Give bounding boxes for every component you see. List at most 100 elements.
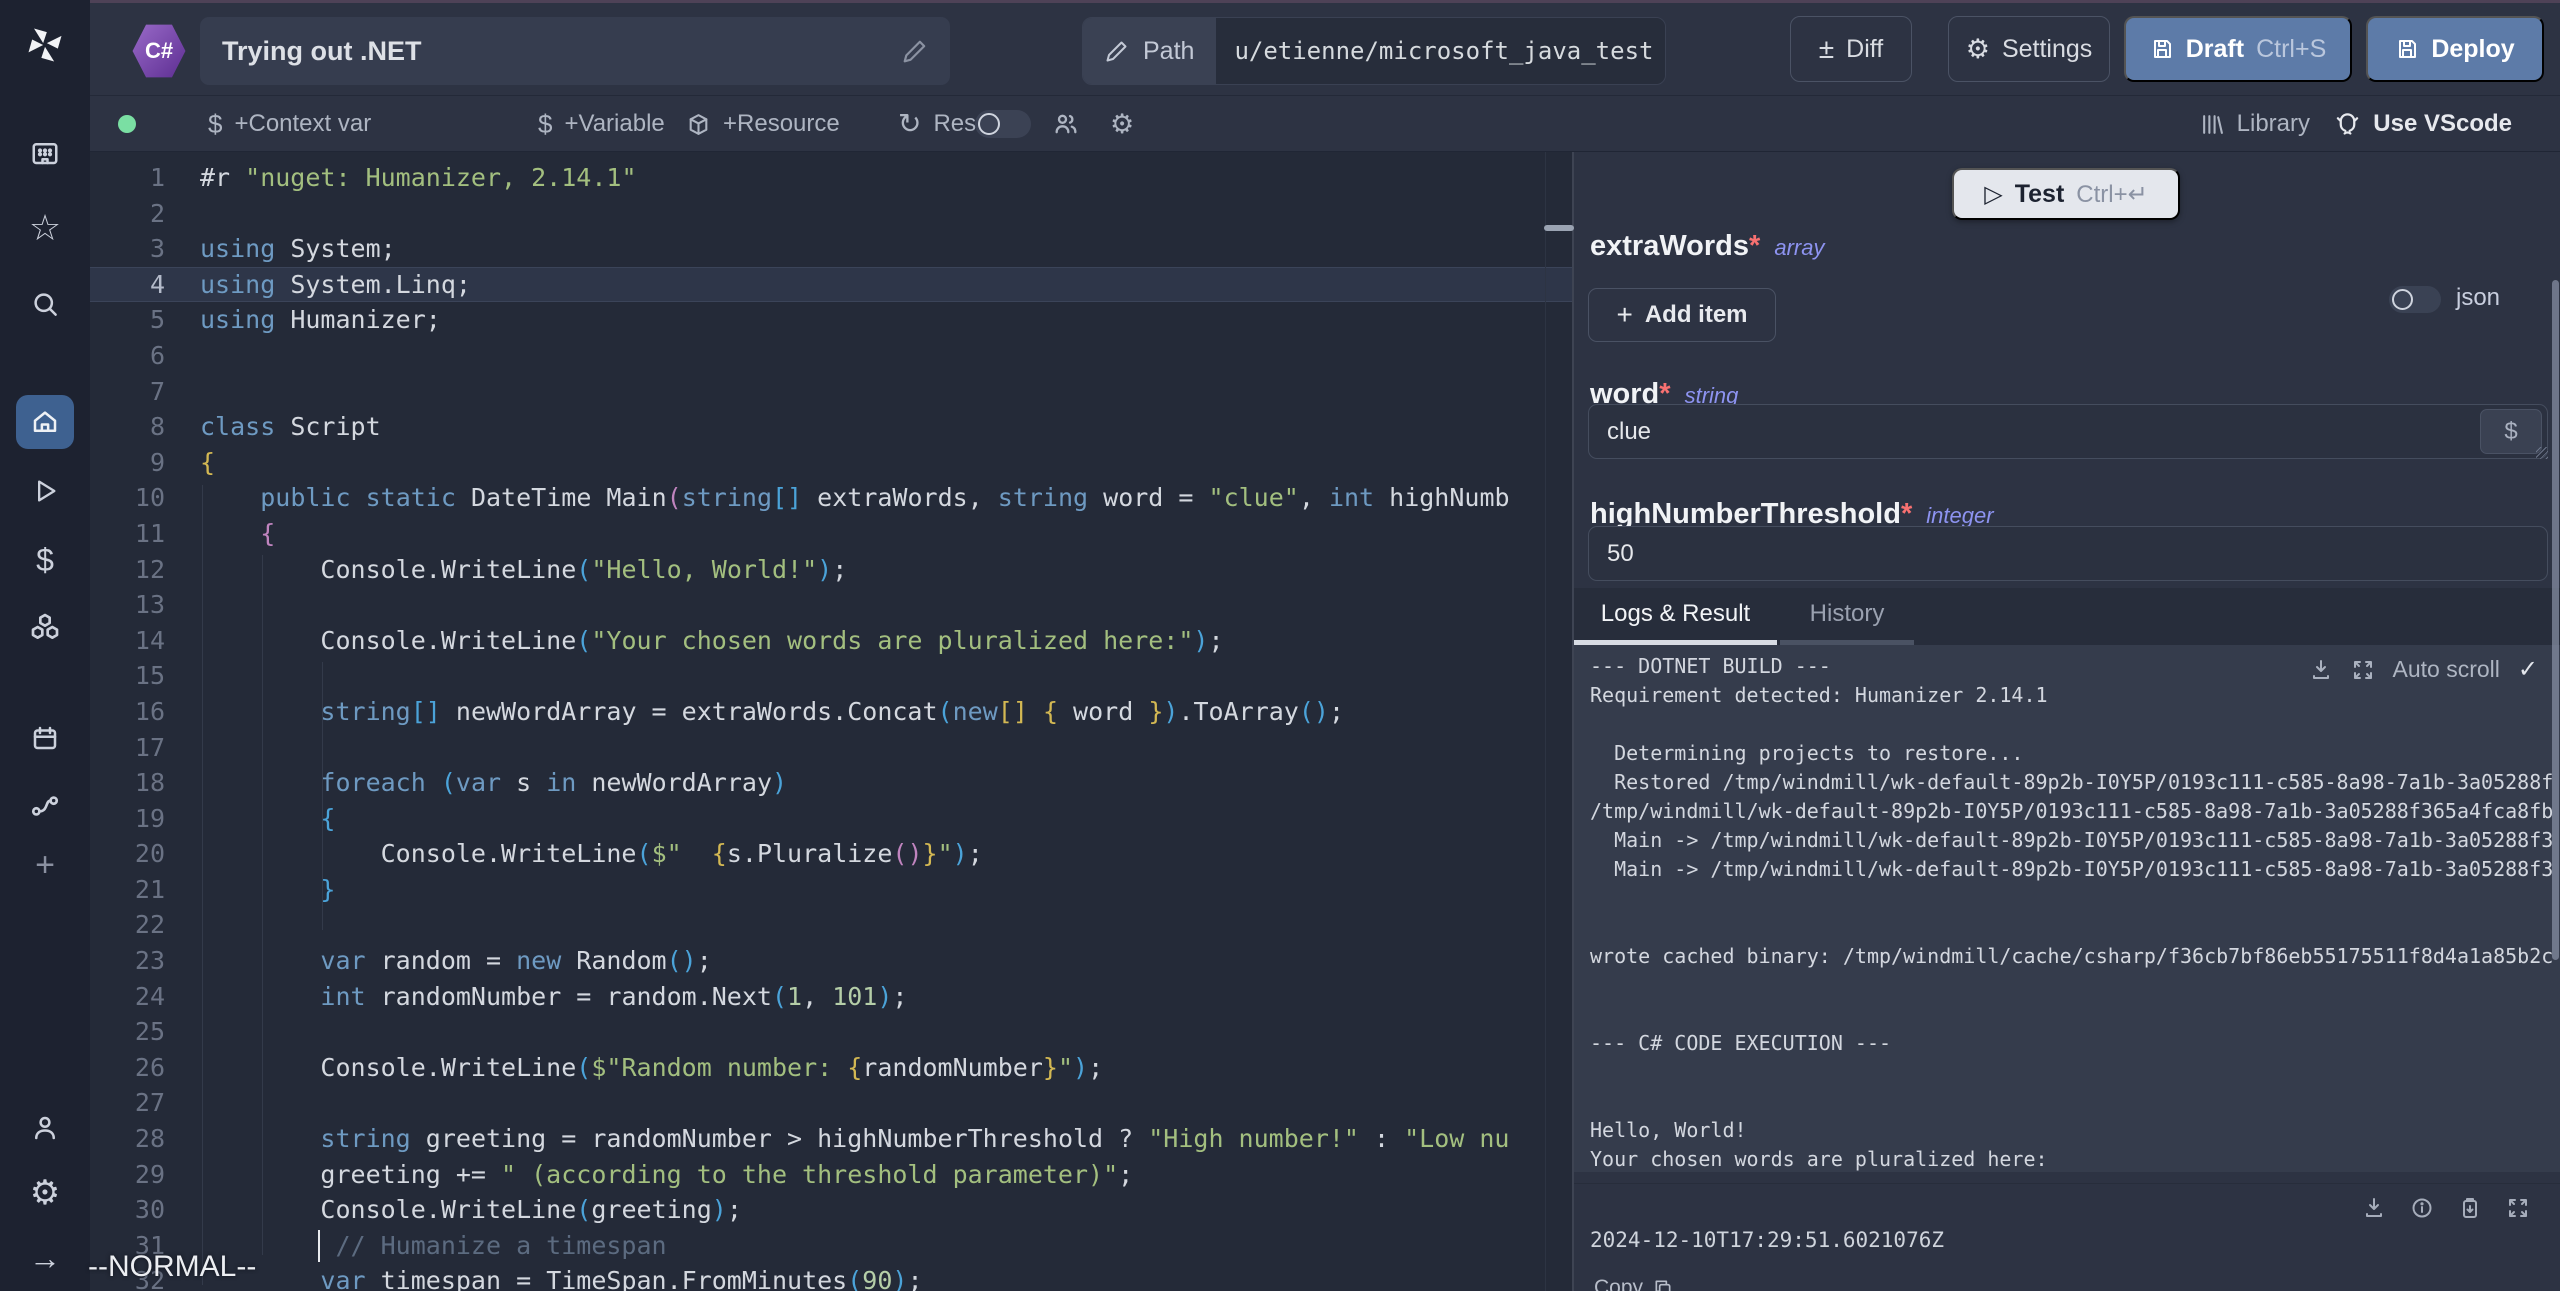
- worker-status-dot: [118, 115, 136, 133]
- code-line[interactable]: 31 // Humanize a timespan: [90, 1228, 1572, 1264]
- add-resource-button[interactable]: +Resource: [686, 96, 840, 152]
- windmill-logo[interactable]: [23, 23, 67, 67]
- script-title-input[interactable]: Trying out .NET: [200, 17, 950, 85]
- code-line[interactable]: 22: [90, 907, 1572, 943]
- csharp-language-badge: C#: [132, 23, 186, 79]
- play-icon: ▷: [1984, 180, 2002, 209]
- code-line[interactable]: 2: [90, 196, 1572, 232]
- resources-cubes-icon[interactable]: [29, 611, 61, 643]
- edit-pencil-icon[interactable]: [902, 38, 928, 64]
- auto-scroll-checkbox[interactable]: ✓: [2518, 655, 2538, 684]
- deploy-button[interactable]: Deploy: [2366, 16, 2544, 82]
- add-context-var-button[interactable]: $ +Context var: [208, 96, 371, 152]
- info-icon[interactable]: [2410, 1196, 2434, 1220]
- code-line[interactable]: 19 {: [90, 801, 1572, 837]
- tab-history[interactable]: History: [1780, 588, 1914, 640]
- draft-button[interactable]: Draft Ctrl+S: [2124, 16, 2352, 82]
- threshold-input[interactable]: [1588, 526, 2548, 581]
- collapse-arrow-icon[interactable]: →: [29, 1242, 61, 1274]
- code-line[interactable]: 30 Console.WriteLine(greeting);: [90, 1192, 1572, 1228]
- code-line[interactable]: 18 foreach (var s in newWordArray): [90, 765, 1572, 801]
- code-line[interactable]: 10 public static DateTime Main(string[] …: [90, 480, 1572, 516]
- code-line[interactable]: 23 var random = new Random();: [90, 943, 1572, 979]
- plus-icon: +: [1616, 299, 1632, 331]
- code-line[interactable]: 9{: [90, 445, 1572, 481]
- result-value[interactable]: 2024-12-10T17:29:51.6021076Z: [1590, 1228, 1944, 1252]
- code-line[interactable]: 16 string[] newWordArray = extraWords.Co…: [90, 694, 1572, 730]
- copy-icon: [1653, 1278, 1673, 1291]
- collaborators-icon[interactable]: [1052, 96, 1080, 152]
- log-lines: --- DOTNET BUILD ---Requirement detected…: [1590, 652, 2560, 1172]
- code-line[interactable]: 32 var timespan = TimeSpan.FromMinutes(9…: [90, 1263, 1572, 1291]
- windmill-script-editor: ☆ $ + ⚙ → C#: [0, 0, 2560, 1291]
- add-item-button[interactable]: + Add item: [1588, 288, 1776, 342]
- path-label-group: Path: [1083, 18, 1216, 84]
- search-icon[interactable]: [30, 289, 60, 319]
- code-line[interactable]: 12 Console.WriteLine("Hello, World!");: [90, 552, 1572, 588]
- result-tabbar: Logs & Result History: [1574, 588, 2560, 645]
- download-result-icon[interactable]: [2362, 1196, 2386, 1220]
- word-variable-picker[interactable]: $: [2480, 409, 2542, 454]
- log-line: Hello, World!: [1590, 1116, 2560, 1145]
- schedules-calendar-icon[interactable]: [30, 723, 60, 753]
- favorites-star-icon[interactable]: ☆: [29, 210, 61, 246]
- flows-icon[interactable]: [29, 790, 61, 822]
- settings-gear-icon[interactable]: ⚙: [30, 1176, 60, 1210]
- copy-result-button[interactable]: Copy: [1594, 1276, 1673, 1291]
- code-editor[interactable]: 1#r "nuget: Humanizer, 2.14.1"23using Sy…: [90, 152, 1572, 1291]
- diff-button[interactable]: ± Diff: [1790, 16, 1912, 82]
- code-line[interactable]: 13: [90, 587, 1572, 623]
- toggle-knob: [2392, 289, 2413, 310]
- code-line[interactable]: 29 greeting += " (according to the thres…: [90, 1157, 1572, 1193]
- code-line[interactable]: 1#r "nuget: Humanizer, 2.14.1": [90, 160, 1572, 196]
- path-field[interactable]: Path u/etienne/microsoft_java_test: [1082, 17, 1666, 85]
- expand-result-icon[interactable]: [2506, 1196, 2530, 1220]
- editor-settings-gear-icon[interactable]: ⚙: [1110, 96, 1134, 152]
- code-line[interactable]: 4using System.Linq;: [90, 267, 1572, 303]
- test-button[interactable]: ▷ Test Ctrl+↵: [1952, 168, 2180, 220]
- code-line[interactable]: 21 }: [90, 872, 1572, 908]
- word-input[interactable]: [1588, 404, 2548, 459]
- use-vscode-button[interactable]: Use VScode: [2334, 96, 2512, 152]
- variables-dollar-icon[interactable]: $: [36, 544, 54, 576]
- code-line[interactable]: 26 Console.WriteLine($"Random number: {r…: [90, 1050, 1572, 1086]
- code-line[interactable]: 24 int randomNumber = random.Next(1, 101…: [90, 979, 1572, 1015]
- account-person-icon[interactable]: [30, 1113, 60, 1143]
- json-toggle[interactable]: [2389, 286, 2441, 313]
- code-line[interactable]: 27: [90, 1085, 1572, 1121]
- runs-play-icon[interactable]: [31, 477, 59, 505]
- expand-logs-icon[interactable]: [2351, 658, 2375, 682]
- code-line[interactable]: 14 Console.WriteLine("Your chosen words …: [90, 623, 1572, 659]
- panel-vertical-scrollbar[interactable]: [2552, 280, 2559, 960]
- test-shortcut: Ctrl+↵: [2076, 180, 2147, 209]
- code-line[interactable]: 6: [90, 338, 1572, 374]
- assistant-toggle[interactable]: [975, 110, 1031, 138]
- library-button[interactable]: Library: [2200, 96, 2310, 152]
- code-line[interactable]: 15: [90, 658, 1572, 694]
- code-line[interactable]: 7: [90, 374, 1572, 410]
- settings-button[interactable]: ⚙ Settings: [1948, 16, 2110, 82]
- code-line[interactable]: 28 string greeting = randomNumber > high…: [90, 1121, 1572, 1157]
- log-output[interactable]: --- DOTNET BUILD ---Requirement detected…: [1574, 645, 2560, 1172]
- code-line[interactable]: 25: [90, 1014, 1572, 1050]
- code-line[interactable]: 5using Humanizer;: [90, 302, 1572, 338]
- code-line[interactable]: 8class Script: [90, 409, 1572, 445]
- workspace-icon[interactable]: [30, 138, 60, 168]
- log-line: Your chosen words are pluralized here:: [1590, 1145, 2560, 1172]
- add-plus-icon[interactable]: +: [35, 848, 55, 882]
- panel-resize-handle[interactable]: [1544, 225, 1574, 231]
- code-line[interactable]: 20 Console.WriteLine($" {s.Pluralize()}"…: [90, 836, 1572, 872]
- copy-clipboard-icon[interactable]: [2458, 1196, 2482, 1220]
- download-logs-icon[interactable]: [2309, 658, 2333, 682]
- log-line: [1590, 1087, 2560, 1116]
- sidebar-nav: ☆ $ + ⚙ →: [0, 0, 90, 1291]
- add-variable-button[interactable]: $ +Variable: [538, 96, 665, 152]
- code-line[interactable]: 3using System;: [90, 231, 1572, 267]
- box-icon: [686, 112, 711, 137]
- input-resize-grip[interactable]: [2536, 447, 2548, 459]
- code-line[interactable]: 11 {: [90, 516, 1572, 552]
- tab-logs-result[interactable]: Logs & Result: [1574, 588, 1777, 640]
- sidebar-item-home[interactable]: [16, 395, 74, 449]
- home-icon: [30, 407, 60, 437]
- code-line[interactable]: 17: [90, 730, 1572, 766]
